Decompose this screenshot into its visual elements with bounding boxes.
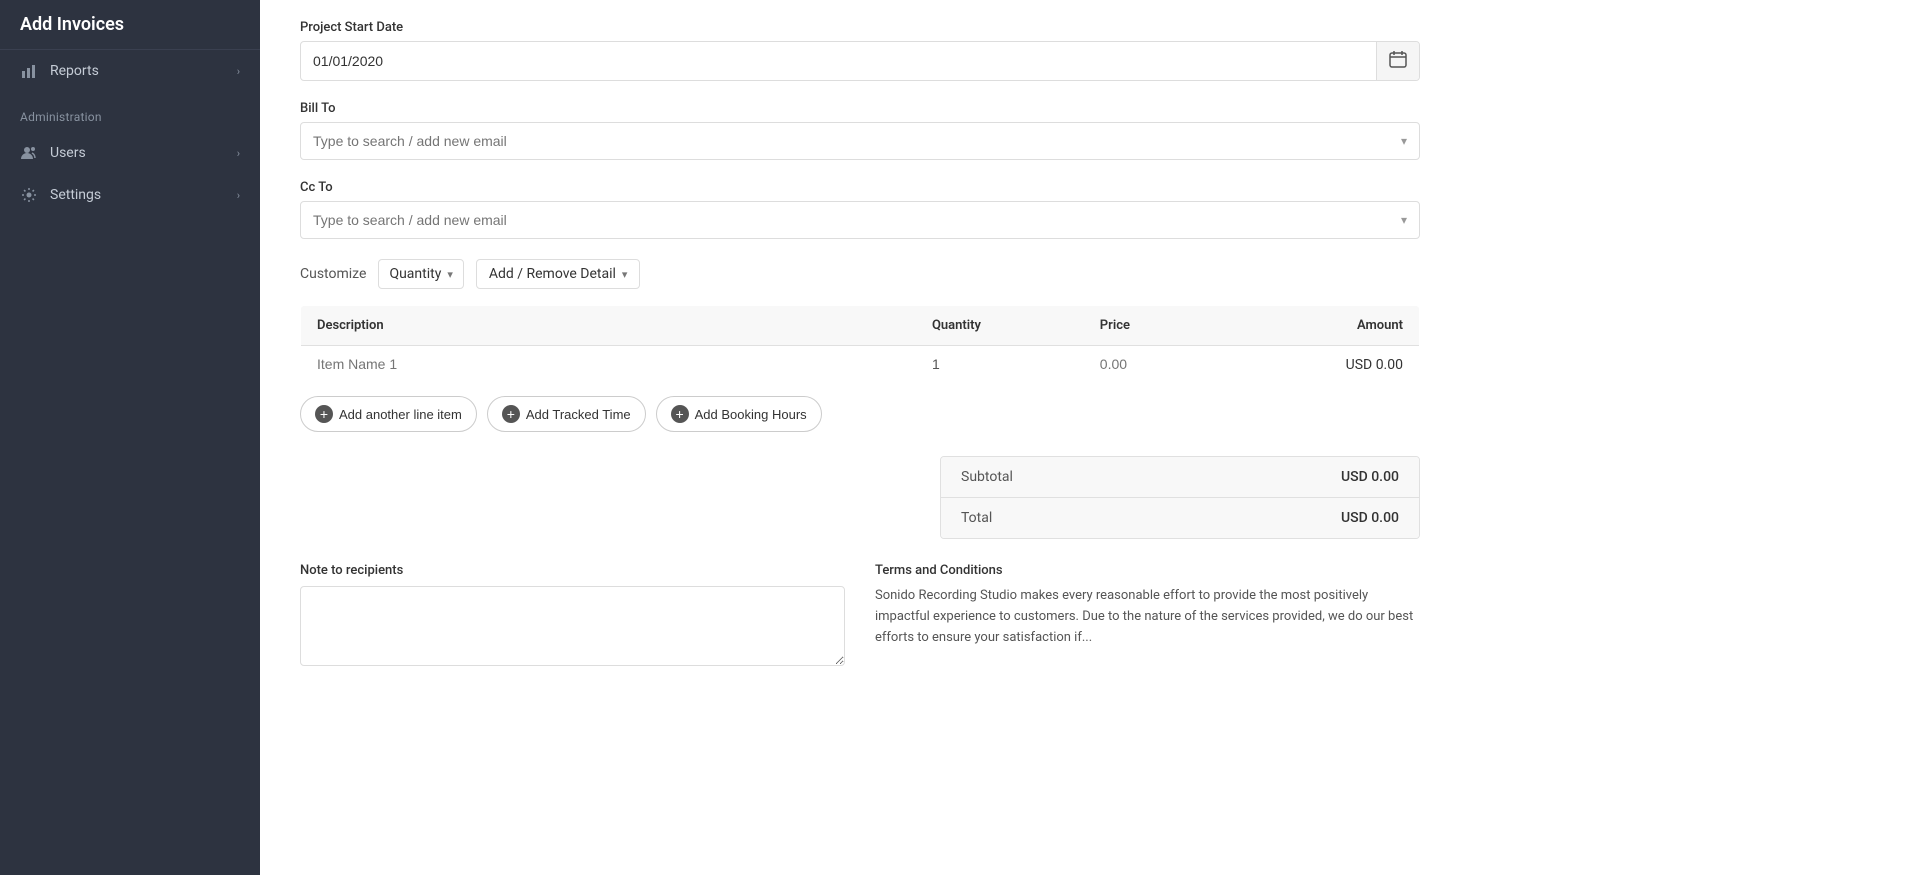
- quantity-dropdown[interactable]: Quantity ▾: [378, 259, 463, 289]
- add-buttons-row: + Add another line item + Add Tracked Ti…: [300, 396, 1420, 432]
- col-header-description: Description: [301, 306, 916, 346]
- add-remove-detail-button[interactable]: Add / Remove Detail ▾: [476, 259, 641, 289]
- item-price-cell[interactable]: [1084, 346, 1252, 384]
- cc-to-select[interactable]: ▾: [300, 201, 1420, 239]
- item-description-cell[interactable]: [301, 346, 916, 384]
- item-quantity-input[interactable]: [932, 356, 1068, 372]
- users-chevron: ›: [237, 147, 240, 160]
- add-booking-hours-button[interactable]: + Add Booking Hours: [656, 396, 822, 432]
- sidebar-item-settings-label: Settings: [50, 187, 101, 203]
- sidebar-item-users[interactable]: Users ›: [0, 132, 260, 174]
- total-label: Total: [961, 510, 992, 526]
- cc-to-label: Cc To: [300, 180, 1420, 195]
- reports-chevron: ›: [237, 65, 240, 78]
- project-start-date-input-row: [300, 41, 1420, 81]
- cc-to-dropdown-arrow: ▾: [1401, 213, 1407, 227]
- settings-icon: [20, 186, 38, 204]
- terms-and-conditions-section: Terms and Conditions Sonido Recording St…: [875, 563, 1420, 670]
- sidebar-item-reports[interactable]: Reports ›: [0, 50, 260, 92]
- add-booking-hours-label: Add Booking Hours: [695, 407, 807, 422]
- cc-to-group: Cc To ▾: [300, 180, 1420, 239]
- sidebar: Add Invoices Reports › Administration: [0, 0, 260, 875]
- bill-to-dropdown-arrow: ▾: [1401, 134, 1407, 148]
- add-remove-detail-label: Add / Remove Detail: [489, 266, 616, 282]
- bill-to-input[interactable]: [313, 133, 1401, 149]
- bottom-section: Note to recipients Terms and Conditions …: [300, 563, 1420, 670]
- add-line-item-label: Add another line item: [339, 407, 462, 422]
- col-header-amount: Amount: [1252, 306, 1420, 346]
- col-header-price: Price: [1084, 306, 1252, 346]
- sidebar-item-reports-label: Reports: [50, 63, 99, 79]
- customize-label: Customize: [300, 266, 366, 282]
- quantity-dropdown-arrow: ▾: [447, 268, 453, 281]
- invoice-table: Description Quantity Price Amount: [300, 305, 1420, 384]
- main-content: Project Start Date Bill To ▾: [260, 0, 1917, 875]
- totals-table: Subtotal USD 0.00 Total USD 0.00: [940, 456, 1420, 539]
- subtotal-label: Subtotal: [961, 469, 1013, 485]
- totals-section: Subtotal USD 0.00 Total USD 0.00: [300, 456, 1420, 539]
- add-booking-hours-plus-icon: +: [671, 405, 689, 423]
- administration-section-label: Administration: [0, 92, 260, 132]
- item-description-input[interactable]: [317, 356, 900, 372]
- cc-to-input[interactable]: [313, 212, 1401, 228]
- add-line-item-button[interactable]: + Add another line item: [300, 396, 477, 432]
- settings-chevron: ›: [237, 189, 240, 202]
- sidebar-item-settings[interactable]: Settings ›: [0, 174, 260, 216]
- add-tracked-time-plus-icon: +: [502, 405, 520, 423]
- add-line-item-plus-icon: +: [315, 405, 333, 423]
- subtotal-row: Subtotal USD 0.00: [941, 457, 1419, 498]
- subtotal-value: USD 0.00: [1341, 469, 1399, 485]
- calendar-icon-button[interactable]: [1376, 42, 1419, 80]
- note-to-recipients-section: Note to recipients: [300, 563, 845, 670]
- total-row: Total USD 0.00: [941, 498, 1419, 538]
- sidebar-item-users-label: Users: [50, 145, 86, 161]
- project-start-date-label: Project Start Date: [300, 20, 1420, 35]
- add-remove-detail-arrow: ▾: [622, 268, 628, 281]
- quantity-option-label: Quantity: [389, 266, 441, 282]
- note-to-recipients-label: Note to recipients: [300, 563, 845, 578]
- users-icon: [20, 144, 38, 162]
- reports-icon: [20, 62, 38, 80]
- total-value: USD 0.00: [1341, 510, 1399, 526]
- add-tracked-time-button[interactable]: + Add Tracked Time: [487, 396, 646, 432]
- bill-to-group: Bill To ▾: [300, 101, 1420, 160]
- project-start-date-input[interactable]: [301, 43, 1376, 79]
- terms-and-conditions-label: Terms and Conditions: [875, 563, 1420, 578]
- col-header-quantity: Quantity: [916, 306, 1084, 346]
- note-to-recipients-textarea[interactable]: [300, 586, 845, 666]
- sidebar-title: Add Invoices: [0, 0, 260, 50]
- customize-bar: Customize Quantity ▾ Add / Remove Detail…: [300, 259, 1420, 289]
- item-amount-cell: USD 0.00: [1252, 346, 1420, 384]
- bill-to-select[interactable]: ▾: [300, 122, 1420, 160]
- project-start-date-group: Project Start Date: [300, 20, 1420, 81]
- terms-and-conditions-text: Sonido Recording Studio makes every reas…: [875, 586, 1420, 648]
- add-tracked-time-label: Add Tracked Time: [526, 407, 631, 422]
- bill-to-label: Bill To: [300, 101, 1420, 116]
- item-quantity-cell[interactable]: [916, 346, 1084, 384]
- table-row: USD 0.00: [301, 346, 1420, 384]
- item-price-input[interactable]: [1100, 356, 1236, 372]
